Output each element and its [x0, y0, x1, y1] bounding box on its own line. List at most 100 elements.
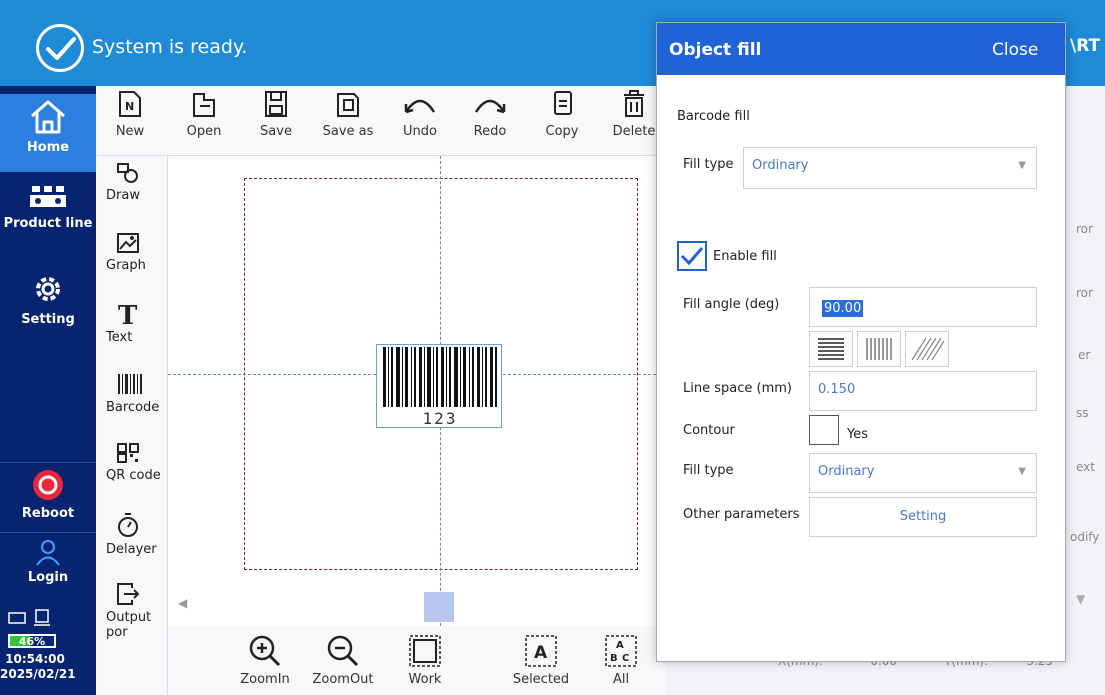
clock-date: 2025/02/21 — [0, 667, 76, 681]
open-label: Open — [186, 124, 222, 139]
fill-type-label: Fill type — [683, 157, 734, 172]
design-canvas[interactable]: 123 ◀ — [168, 156, 666, 626]
work-area-icon — [409, 635, 441, 667]
nav-product-line[interactable]: Product line — [0, 182, 96, 231]
background-fragment: er — [1078, 348, 1091, 362]
barcode-object[interactable]: 123 — [376, 344, 502, 428]
chevron-down-icon[interactable]: ▼ — [1076, 592, 1085, 606]
fill-angle-label: Fill angle (deg) — [683, 297, 780, 312]
close-button[interactable]: Close — [992, 40, 1038, 60]
open-button[interactable]: Open — [174, 90, 234, 139]
work-label: Work — [408, 672, 442, 687]
undo-icon — [404, 99, 436, 114]
zoom-in-icon — [249, 635, 281, 667]
object-tools: Draw Graph T Text Barcode QR code Delaye… — [96, 156, 168, 695]
contour-yes-label: Yes — [847, 427, 868, 442]
diagonal-lines-icon — [911, 337, 945, 361]
power-icon — [33, 470, 63, 500]
contour-checkbox[interactable] — [809, 415, 839, 445]
copy-button[interactable]: Copy — [532, 90, 592, 139]
redo-label: Redo — [473, 124, 507, 139]
delayer-tool[interactable]: Delayer — [96, 512, 168, 557]
nav-login-label: Login — [27, 570, 69, 585]
header-fragment-text: \RT — [1070, 36, 1101, 56]
zoom-in-label: ZoomIn — [240, 672, 290, 687]
trash-icon — [624, 90, 644, 117]
output-port-tool[interactable]: Output por — [96, 582, 168, 640]
open-folder-icon — [193, 93, 215, 117]
background-fragment: odify — [1070, 530, 1100, 544]
save-as-icon — [337, 93, 359, 117]
graph-label: Graph — [106, 258, 146, 273]
file-toolbar: N New Open Save Save as Undo Redo Copy D… — [96, 86, 666, 156]
horizontal-lines-pattern-button[interactable] — [809, 331, 853, 367]
scroll-left-arrow-icon[interactable]: ◀ — [178, 596, 187, 610]
fill-type-value: Ordinary — [818, 464, 875, 479]
barcode-label: Barcode — [106, 400, 160, 415]
selected-icon: A — [525, 635, 557, 667]
graph-tool[interactable]: Graph — [96, 232, 168, 273]
save-as-label: Save as — [322, 124, 374, 139]
contour-label: Contour — [683, 423, 735, 438]
nav-setting[interactable]: Setting — [0, 270, 96, 327]
floppy-disk-icon — [265, 91, 287, 117]
barcode-icon — [118, 374, 142, 394]
background-fragment: ext — [1076, 460, 1095, 474]
background-fragment: ror — [1076, 286, 1093, 300]
line-space-input[interactable]: 0.150 — [809, 371, 1037, 411]
zoom-toolbar: ZoomIn ZoomOut Work A Selected ABC All — [168, 626, 666, 695]
undo-button[interactable]: Undo — [390, 90, 450, 139]
text-icon: T — [118, 302, 138, 326]
fit-all-button[interactable]: ABC All — [586, 634, 656, 687]
barcode-fill-heading: Barcode fill — [677, 109, 750, 124]
text-tool[interactable]: T Text — [96, 302, 168, 345]
diagonal-lines-pattern-button[interactable] — [905, 331, 949, 367]
nav-reboot-label: Reboot — [21, 506, 75, 521]
svg-text:A: A — [616, 640, 624, 651]
image-icon — [117, 233, 139, 253]
stopwatch-icon — [118, 513, 138, 537]
delete-button[interactable]: Delete — [604, 90, 664, 139]
barcode-fill-type-select[interactable]: Ordinary ▼ — [743, 147, 1037, 189]
fit-work-button[interactable]: Work — [390, 634, 460, 687]
nav-login[interactable]: Login — [0, 538, 96, 585]
delete-label: Delete — [612, 124, 656, 139]
other-parameters-setting-button[interactable]: Setting — [809, 497, 1037, 537]
nav-product-line-label: Product line — [3, 216, 93, 231]
nav-divider — [0, 462, 96, 463]
enable-fill-checkbox[interactable] — [677, 241, 707, 271]
zoom-in-button[interactable]: ZoomIn — [230, 634, 300, 687]
new-label: New — [115, 124, 145, 139]
clock: 10:54:00 2025/02/21 — [0, 652, 76, 682]
text-label: Text — [106, 330, 133, 345]
nav-divider — [0, 532, 96, 533]
nav-home[interactable]: Home — [0, 94, 96, 172]
user-icon — [36, 540, 60, 566]
zoom-out-button[interactable]: ZoomOut — [308, 634, 378, 687]
fill-angle-input[interactable]: 90.00 — [809, 287, 1037, 327]
barcode-tool[interactable]: Barcode — [96, 372, 168, 415]
nav-reboot[interactable]: Reboot — [0, 468, 96, 521]
fit-selected-button[interactable]: A Selected — [506, 634, 576, 687]
fill-type-select[interactable]: Ordinary ▼ — [809, 453, 1037, 493]
battery-indicator: 46% — [8, 634, 56, 648]
selected-label: Selected — [512, 672, 570, 687]
save-as-button[interactable]: Save as — [318, 90, 378, 139]
new-button[interactable]: N New — [100, 90, 160, 139]
horizontal-scroll-thumb[interactable] — [424, 592, 454, 622]
draw-tool[interactable]: Draw — [96, 162, 168, 203]
vertical-lines-pattern-button[interactable] — [857, 331, 901, 367]
gear-icon — [36, 277, 60, 301]
battery-percent: 46% — [18, 635, 46, 648]
enable-fill-label: Enable fill — [713, 249, 777, 264]
svg-text:T: T — [118, 302, 138, 326]
save-button[interactable]: Save — [246, 90, 306, 139]
nav-home-label: Home — [26, 140, 70, 155]
clock-time: 10:54:00 — [5, 652, 65, 666]
draw-label: Draw — [106, 188, 140, 203]
qr-code-tool[interactable]: QR code — [96, 442, 168, 483]
svg-text:N: N — [125, 100, 134, 113]
redo-button[interactable]: Redo — [460, 90, 520, 139]
background-fragment: ror — [1076, 222, 1093, 236]
object-fill-dialog: Object fill Close Barcode fill Fill type… — [656, 22, 1066, 662]
